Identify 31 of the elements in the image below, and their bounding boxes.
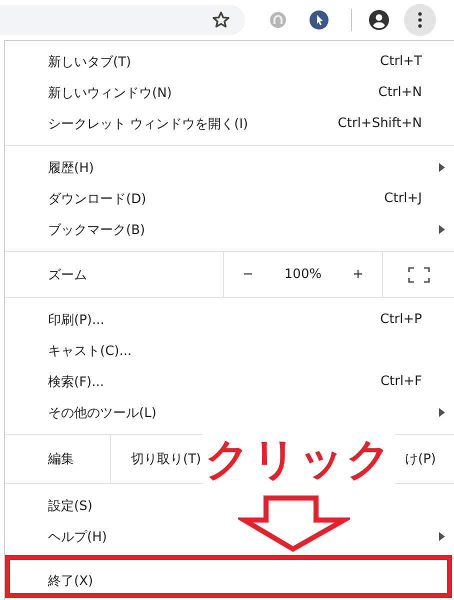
shortcut-label: Ctrl+J	[384, 191, 422, 206]
profile-icon[interactable]	[368, 9, 390, 31]
zoom-level: 100%	[284, 267, 322, 282]
menu-item[interactable]: ダウンロード(D) Ctrl+J	[5, 183, 454, 214]
shortcut-label: Ctrl+P	[380, 312, 422, 327]
annotation-label: クリック	[203, 434, 395, 486]
menu-item[interactable]: 印刷(P)... Ctrl+P	[5, 304, 454, 335]
shortcut-label: Ctrl+Shift+N	[338, 116, 422, 131]
edit-label: 編集	[5, 435, 111, 483]
menu-item[interactable]: 終了(X)	[5, 565, 454, 596]
menu-item[interactable]: 新しいタブ(T) Ctrl+T	[5, 46, 454, 77]
menu-item[interactable]: キャスト(C)...	[5, 335, 454, 366]
zoom-in-button[interactable]: +	[346, 265, 370, 284]
menu-item[interactable]: その他のツール(L)	[5, 397, 454, 428]
menu-item[interactable]: ヘルプ(H)	[5, 521, 454, 552]
three-dots-icon	[418, 12, 422, 28]
edit-button[interactable]: け(P)	[399, 448, 442, 470]
menu-item[interactable]: 検索(F)... Ctrl+F	[5, 366, 454, 397]
cursor-icon[interactable]	[309, 10, 329, 30]
shortcut-label: Ctrl+F	[380, 374, 422, 389]
zoom-out-button[interactable]: −	[236, 265, 260, 284]
zoom-label: ズーム	[5, 252, 224, 297]
menu-item[interactable]: 新しいウィンドウ(N) Ctrl+N	[5, 77, 454, 108]
shortcut-label: Ctrl+T	[380, 54, 422, 69]
menu-item[interactable]: ブックマーク(B)	[5, 214, 454, 245]
menu-item[interactable]: シークレット ウィンドウを開く(I) Ctrl+Shift+N	[5, 108, 454, 139]
menu-button[interactable]	[404, 4, 436, 36]
star-icon[interactable]	[211, 10, 231, 30]
menu-item[interactable]: 設定(S)	[5, 490, 454, 521]
shortcut-label: Ctrl+N	[378, 85, 422, 100]
menu-item[interactable]: 履歴(H)	[5, 152, 454, 183]
